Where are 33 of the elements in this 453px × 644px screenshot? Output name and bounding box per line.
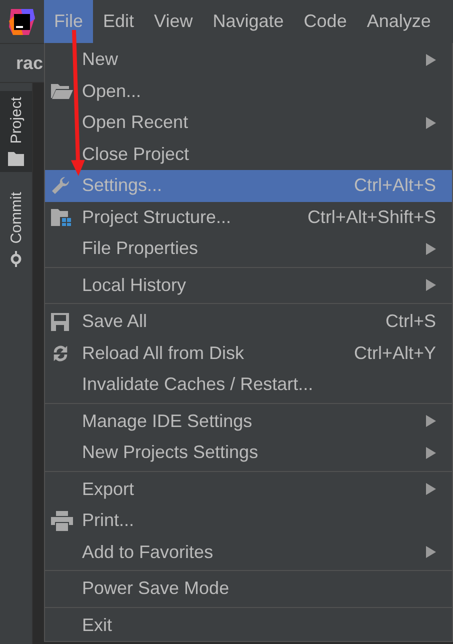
menu-item[interactable]: Add to Favorites xyxy=(45,536,452,568)
menu-item[interactable]: Invalidate Caches / Restart... xyxy=(45,369,452,400)
folder-icon xyxy=(51,83,73,100)
menu-item[interactable]: Print... xyxy=(45,505,452,536)
menu-item[interactable]: Reload All from Disk Ctrl+Alt+Y xyxy=(45,338,452,369)
menu-bar-item[interactable]: Navigate xyxy=(202,0,294,43)
menu-item[interactable]: File Properties xyxy=(45,233,452,264)
menu-bar-item[interactable]: Code xyxy=(294,0,357,43)
menu-item[interactable]: Open... xyxy=(45,76,452,107)
tool-window-tab[interactable]: Project xyxy=(0,91,32,172)
menu-item[interactable]: Export xyxy=(45,474,452,505)
tool-window-tab[interactable]: Commit xyxy=(0,186,32,274)
menu-bar-item[interactable]: Analyze xyxy=(356,0,441,43)
folder-icon xyxy=(8,152,24,166)
menu-item[interactable]: Project Structure... Ctrl+Alt+Shift+S xyxy=(45,202,452,233)
menu-item[interactable]: Power Save Mode xyxy=(45,573,452,604)
wrench-icon xyxy=(51,176,71,196)
project-name: rac xyxy=(16,52,44,74)
menu-item[interactable]: Local History xyxy=(45,270,452,301)
menu-item[interactable]: New Projects Settings xyxy=(45,437,452,468)
menu-item[interactable]: Open Recent xyxy=(45,107,452,138)
menu-item[interactable]: Save All Ctrl+S xyxy=(45,306,452,338)
reload-icon xyxy=(51,344,70,363)
ide-logo-icon[interactable] xyxy=(7,6,37,36)
menu-item[interactable]: Exit xyxy=(45,610,452,641)
folder-grid-icon xyxy=(51,208,73,226)
menu-item[interactable]: Close Project xyxy=(45,138,452,170)
menu-item[interactable]: Manage IDE Settings xyxy=(45,406,452,437)
menu-bar-item[interactable]: Edit xyxy=(93,0,144,43)
menu-bar-item[interactable]: View xyxy=(144,0,203,43)
printer-icon xyxy=(51,510,73,531)
menu-item[interactable]: New xyxy=(45,44,452,76)
commit-icon xyxy=(8,251,24,268)
